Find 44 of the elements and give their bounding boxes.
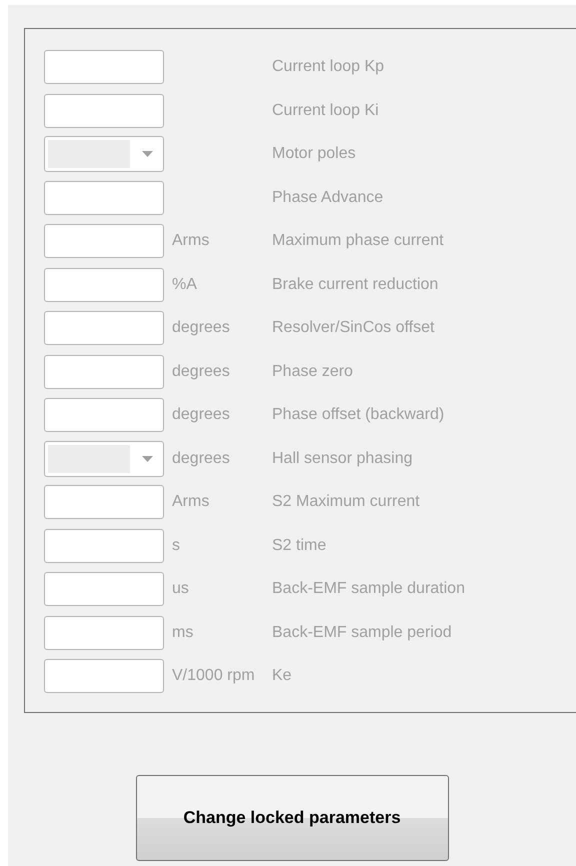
unit-label: us bbox=[171, 579, 190, 599]
input-field[interactable] bbox=[44, 224, 164, 258]
unit-label: s bbox=[171, 536, 181, 556]
input-field[interactable] bbox=[44, 398, 164, 432]
field-label: Back-EMF sample duration bbox=[272, 579, 465, 599]
unit-label: Arms bbox=[171, 231, 210, 251]
input-field[interactable] bbox=[44, 180, 164, 214]
unit-label: ms bbox=[171, 622, 194, 642]
dropdown[interactable] bbox=[44, 136, 164, 172]
field-label: Brake current reduction bbox=[272, 274, 438, 294]
field-label: Current loop Ki bbox=[272, 100, 379, 120]
field-label: Back-EMF sample period bbox=[272, 622, 452, 642]
dropdown[interactable] bbox=[44, 440, 164, 476]
field-label: Phase zero bbox=[272, 362, 353, 382]
unit-label: degrees bbox=[171, 362, 231, 382]
input-field[interactable] bbox=[44, 485, 164, 519]
field-label: S2 Maximum current bbox=[272, 492, 420, 512]
input-field[interactable] bbox=[44, 50, 164, 84]
input-field[interactable] bbox=[44, 311, 164, 345]
input-field[interactable] bbox=[44, 572, 164, 606]
input-field[interactable] bbox=[44, 354, 164, 388]
input-field[interactable] bbox=[44, 268, 164, 302]
unit-label: degrees bbox=[171, 318, 231, 338]
input-field[interactable] bbox=[44, 528, 164, 562]
unit-label: V/1000 rpm bbox=[171, 666, 256, 686]
field-label: Phase Advance bbox=[272, 188, 384, 208]
field-label: Hall sensor phasing bbox=[272, 448, 413, 468]
unit-label: degrees bbox=[171, 405, 231, 425]
field-label: Ke bbox=[272, 666, 292, 686]
input-field[interactable] bbox=[44, 659, 164, 693]
field-label: Phase offset (backward) bbox=[272, 405, 444, 425]
caret-icon bbox=[142, 456, 153, 462]
input-field[interactable] bbox=[44, 94, 164, 128]
field-label: Current loop Kp bbox=[272, 57, 384, 77]
caret-icon bbox=[142, 151, 153, 157]
field-label: Motor poles bbox=[272, 144, 356, 164]
field-label: S2 time bbox=[272, 536, 326, 556]
field-label: Resolver/SinCos offset bbox=[272, 318, 434, 338]
unit-label: Arms bbox=[171, 492, 210, 512]
unit-label: degrees bbox=[171, 448, 231, 468]
input-field[interactable] bbox=[44, 616, 164, 650]
change-locked-parameters-button[interactable]: Change locked parameters bbox=[136, 775, 448, 861]
field-label: Maximum phase current bbox=[272, 231, 444, 251]
unit-label: %A bbox=[171, 274, 198, 294]
